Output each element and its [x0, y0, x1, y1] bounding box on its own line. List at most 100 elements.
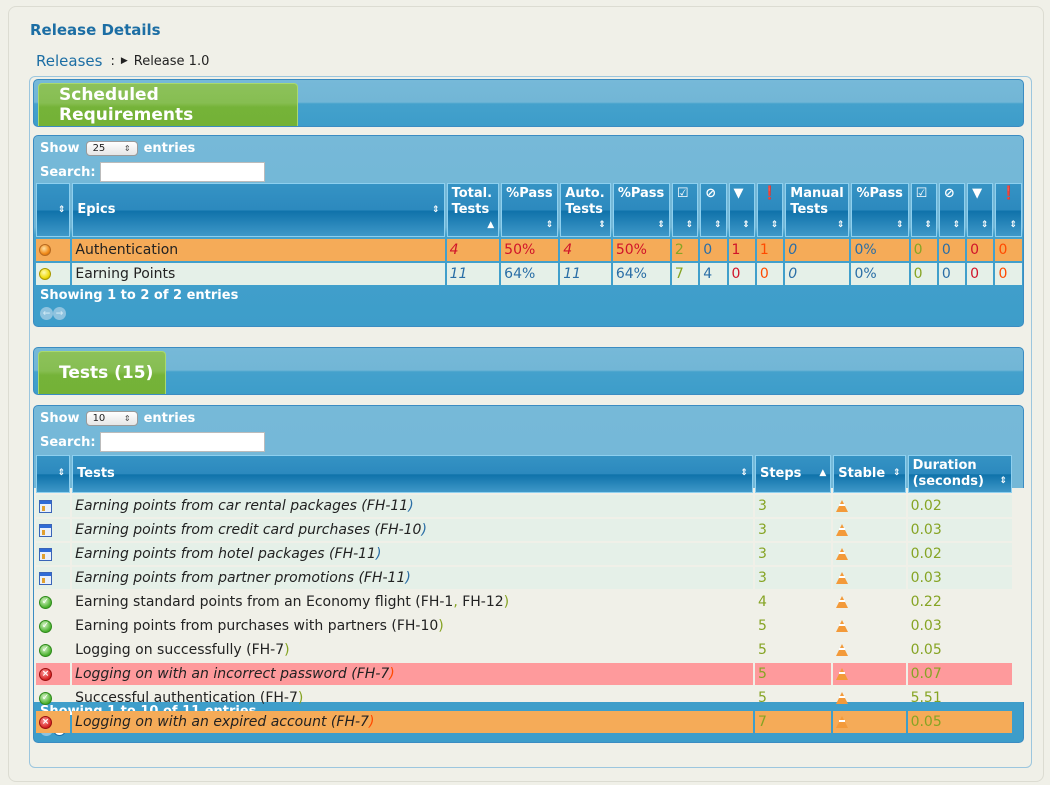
requirements-page-size-select[interactable]: 25 ⇕ — [85, 141, 138, 156]
test-row[interactable]: ✓ Successful authentication (FH-7) 5 5.51 — [36, 687, 1012, 709]
status-cell: ✓ — [36, 615, 70, 637]
test-row[interactable]: ✓ Earning points from purchases with part… — [36, 615, 1012, 637]
auto-failed: 0 — [728, 263, 755, 285]
col-auto-tests[interactable]: Auto. Tests ⇕ — [560, 183, 611, 237]
col-auto-passed[interactable]: ☑ ⇕ — [671, 183, 699, 237]
test-name[interactable]: Earning points from partner promotions (… — [72, 567, 753, 589]
breadcrumb-releases-link[interactable]: Releases — [36, 52, 102, 70]
page-size-value: 25 — [92, 143, 106, 154]
col-manual-skipped[interactable]: ⊘ ⇕ — [938, 183, 966, 237]
requirements-header-row: ⇕ Epics ⇕ Total. Tests ▲ %Pass ⇕ Auto. Test… — [36, 183, 1022, 237]
col-auto-error[interactable]: ❗ ⇕ — [756, 183, 784, 237]
breadcrumb-arrow-icon: ▶ — [120, 56, 128, 66]
test-row[interactable]: ✓ Logging on successfully (FH-7) 5 0.05 — [36, 639, 1012, 661]
test-name-close: ) — [368, 714, 375, 730]
test-steps: 5 — [757, 618, 767, 634]
next-page-icon[interactable]: → — [53, 307, 66, 320]
total-tests: 11 — [446, 263, 500, 285]
test-steps: 5 — [757, 690, 767, 706]
test-name-text: Logging on successfully (FH-7 — [75, 642, 285, 658]
test-row[interactable]: × Logging on with an incorrect password (… — [36, 663, 1012, 685]
col-auto-pass-pct[interactable]: %Pass ⇕ — [612, 183, 670, 237]
col-auto-skipped[interactable]: ⊘ ⇕ — [700, 183, 727, 237]
sort-icon: ⇕ — [598, 220, 606, 230]
test-pending-icon — [39, 499, 52, 513]
manual-pass-pct: 0% — [851, 239, 909, 261]
total-tests: 4 — [446, 239, 500, 261]
entries-label: entries — [143, 141, 196, 156]
requirements-search-input[interactable] — [99, 162, 265, 182]
test-row[interactable]: Earning points from car rental packages … — [36, 495, 1012, 517]
checkbox-checked-icon: ☑ — [915, 186, 928, 201]
test-row[interactable]: ✓ Earning standard points from an Economy… — [36, 591, 1012, 613]
col-manual-pass-pct[interactable]: %Pass ⇕ — [851, 183, 909, 237]
col-label: Steps — [759, 466, 802, 481]
tab-scheduled-requirements[interactable]: Scheduled Requirements — [38, 83, 298, 126]
col-duration[interactable]: Duration (seconds) ⇕ — [907, 455, 1012, 493]
requirement-row[interactable]: Authentication 4 50% 4 50% 2 0 1 1 0 0% … — [36, 239, 1022, 261]
test-name-text-2: FH-12 — [457, 594, 504, 610]
col-status[interactable]: ⇕ — [36, 183, 71, 237]
test-name-close: ) — [503, 594, 510, 610]
test-name[interactable]: Logging on with an incorrect password (F… — [72, 663, 753, 685]
test-name-text: Earning standard points from an Economy … — [75, 594, 454, 610]
col-epics[interactable]: Epics ⇕ — [72, 183, 445, 237]
epic-name[interactable]: Authentication — [72, 239, 445, 261]
auto-error: 1 — [756, 239, 784, 261]
col-status[interactable]: ⇕ — [36, 455, 71, 493]
test-name[interactable]: Logging on with an expired account (FH-7… — [72, 711, 753, 733]
test-name[interactable]: Logging on successfully (FH-7) — [72, 639, 753, 661]
col-manual-error[interactable]: ❗ ⇕ — [995, 183, 1022, 237]
test-name[interactable]: Earning points from car rental packages … — [72, 495, 753, 517]
test-duration: 0.02 — [907, 543, 1012, 565]
stable-cell — [833, 639, 905, 661]
col-stable[interactable]: Stable ⇕ — [833, 455, 906, 493]
col-pass-pct[interactable]: %Pass ⇕ — [501, 183, 559, 237]
tab-tests[interactable]: Tests (15) — [38, 351, 166, 394]
col-manual-tests[interactable]: Manual Tests ⇕ — [785, 183, 850, 237]
manual-failed: 0 — [967, 263, 994, 285]
pass-pct: 50% — [501, 239, 559, 261]
stable-cell — [833, 567, 906, 589]
auto-skipped: 4 — [700, 263, 727, 285]
col-total-tests[interactable]: Total. Tests ▲ — [446, 183, 500, 237]
previous-page-icon[interactable]: ← — [40, 307, 53, 320]
test-name[interactable]: Earning points from purchases with partn… — [72, 615, 753, 637]
test-name-close: ) — [438, 618, 444, 634]
cone-icon — [836, 596, 849, 608]
requirements-table: ⇕ Epics ⇕ Total. Tests ▲ %Pass ⇕ Auto. Test… — [34, 181, 1024, 287]
select-arrows-icon: ⇕ — [123, 144, 131, 153]
test-duration: 0.03 — [910, 618, 942, 634]
tests-length-control: Show 10 ⇕ entries — [40, 411, 195, 426]
tests-page-size-select[interactable]: 10 ⇕ — [85, 411, 138, 426]
test-name[interactable]: Earning points from credit card purchase… — [72, 519, 753, 541]
sort-icon: ⇕ — [836, 220, 845, 230]
stable-cell — [833, 543, 906, 565]
status-cell — [36, 519, 71, 541]
requirement-row[interactable]: Earning Points 11 64% 11 64% 7 4 0 0 0 0… — [36, 263, 1022, 285]
status-cell: × — [36, 711, 71, 733]
col-tests[interactable]: Tests ⇕ — [72, 455, 753, 493]
auto-pass-pct: 64% — [612, 263, 670, 285]
col-auto-failed[interactable]: ▼ ⇕ — [728, 183, 755, 237]
manual-tests: 0 — [785, 239, 850, 261]
col-label-sub: (seconds) — [912, 474, 984, 489]
col-manual-passed[interactable]: ☑ ⇕ — [910, 183, 937, 237]
col-label: Epics — [77, 202, 116, 217]
requirements-tab-bar: Scheduled Requirements — [33, 79, 1024, 127]
sort-asc-icon: ▲ — [819, 468, 827, 478]
test-name[interactable]: Earning standard points from an Economy … — [72, 591, 753, 613]
epic-name[interactable]: Earning Points — [72, 263, 445, 285]
test-pending-icon — [39, 571, 52, 585]
test-row[interactable]: Earning points from credit card purchase… — [36, 519, 1012, 541]
test-row[interactable]: × Logging on with an expired account (FH-… — [36, 711, 1012, 733]
test-name[interactable]: Earning points from hotel packages (FH-1… — [72, 543, 753, 565]
cone-icon — [836, 500, 849, 512]
col-steps[interactable]: Steps ▲ — [754, 455, 832, 493]
tests-search-input[interactable] — [99, 432, 265, 452]
col-manual-failed[interactable]: ▼ ⇕ — [967, 183, 994, 237]
test-row[interactable]: Earning points from hotel packages (FH-1… — [36, 543, 1012, 565]
test-row[interactable]: Earning points from partner promotions (… — [36, 567, 1012, 589]
test-name[interactable]: Successful authentication (FH-7) — [72, 687, 753, 709]
entries-label: entries — [143, 411, 196, 426]
